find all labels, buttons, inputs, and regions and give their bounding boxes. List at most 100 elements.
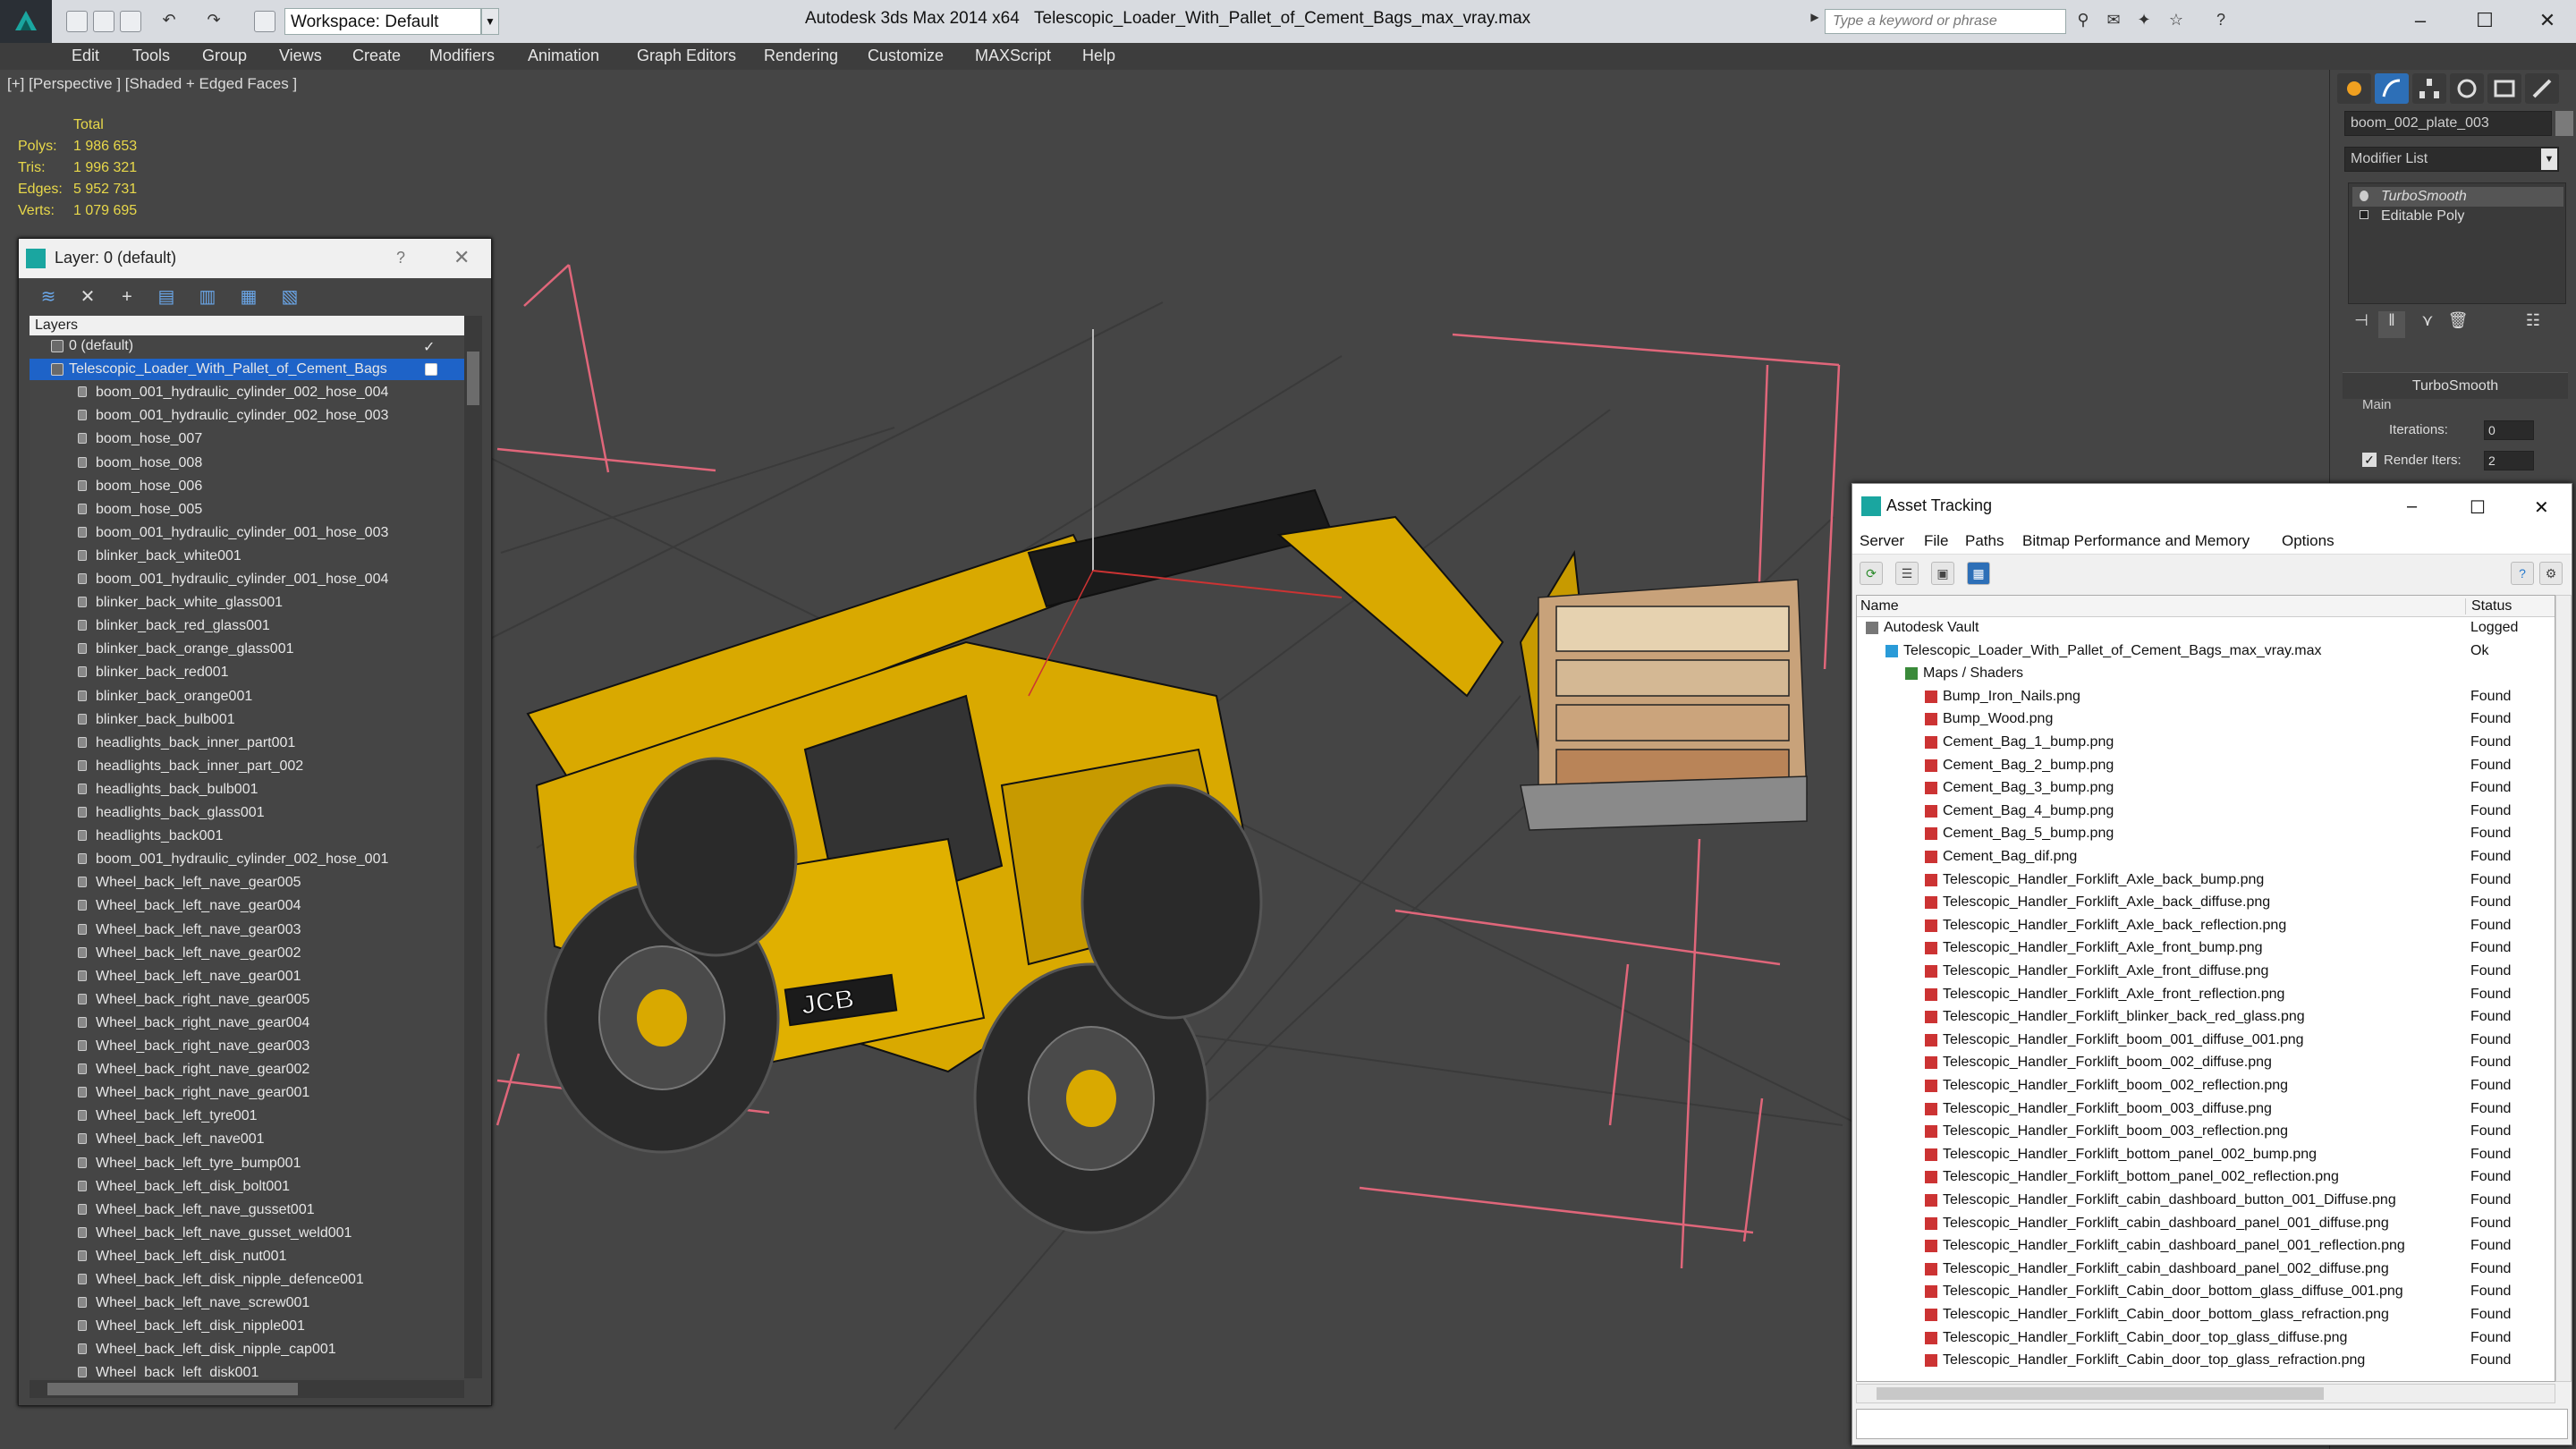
layer-object-row[interactable]: Wheel_back_left_nave_gear005 [30,872,464,894]
settings-icon[interactable]: ⚙ [2539,562,2563,585]
render-iters-spinner[interactable]: 2 [2484,451,2534,470]
minimize-button[interactable]: – [2407,496,2417,517]
asset-row[interactable]: Maps / Shaders [1857,663,2555,686]
asset-row[interactable]: Telescopic_Handler_Forklift_Cabin_door_b… [1857,1304,2555,1327]
layer-object-row[interactable]: Wheel_back_left_disk001 [30,1362,464,1378]
scroll-thumb[interactable] [47,1383,298,1395]
search-input[interactable]: Type a keyword or phrase [1825,9,2066,34]
menu-modifiers[interactable]: Modifiers [429,47,495,65]
menu-help[interactable]: Help [1082,47,1115,65]
favorites-star-icon[interactable]: ☆ [2165,11,2188,32]
new-layer-icon[interactable]: ≋ [37,285,60,309]
minimize-button[interactable]: – [2394,5,2447,36]
make-unique-icon[interactable]: ⋎ [2414,311,2441,338]
layer-object-row[interactable]: blinker_back_red001 [30,662,464,683]
menu-bitmap-performance[interactable]: Bitmap Performance and Memory [2022,532,2250,550]
layer-object-row[interactable]: Wheel_back_left_tyre_bump001 [30,1153,464,1174]
scroll-thumb[interactable] [467,352,479,405]
asset-dialog-titlebar[interactable]: Asset Tracking – ☐ ✕ [1852,484,2572,529]
maximize-button[interactable]: ☐ [2458,5,2512,36]
layer-object-row[interactable]: blinker_back_orange_glass001 [30,639,464,660]
layer-object-row[interactable]: boom_hose_005 [30,499,464,521]
menu-options[interactable]: Options [2282,532,2334,550]
asset-row[interactable]: Cement_Bag_3_bump.png Found [1857,777,2555,801]
asset-row[interactable]: Bump_Iron_Nails.png Found [1857,686,2555,709]
layer-object-row[interactable]: Wheel_back_right_nave_gear001 [30,1082,464,1104]
layer-object-row[interactable]: boom_hose_007 [30,428,464,450]
layer-object-row[interactable]: boom_001_hydraulic_cylinder_001_hose_004 [30,569,464,590]
app-logo-icon[interactable] [0,0,52,43]
layer-object-row[interactable]: Wheel_back_left_nave001 [30,1129,464,1150]
asset-row[interactable]: Telescopic_Handler_Forklift_boom_003_dif… [1857,1098,2555,1122]
layer-object-row[interactable]: Wheel_back_left_disk_bolt001 [30,1176,464,1198]
menu-views[interactable]: Views [279,47,322,65]
layer-object-row[interactable]: boom_001_hydraulic_cylinder_002_hose_003 [30,405,464,427]
freeze-all-icon[interactable]: ▧ [278,285,301,309]
stack-item-editable-poly[interactable]: Editable Poly [2352,207,2563,226]
modify-tab-icon[interactable] [2375,73,2409,104]
asset-row[interactable]: Telescopic_Handler_Forklift_Axle_front_d… [1857,961,2555,984]
render-iters-checkbox[interactable]: ✓ [2362,453,2377,467]
select-objects-icon[interactable]: ▤ [155,285,178,309]
asset-row[interactable]: Telescopic_Loader_With_Pallet_of_Cement_… [1857,640,2555,664]
object-color-swatch[interactable] [2555,111,2573,136]
expand-box-icon[interactable] [2360,210,2368,219]
hierarchy-tab-icon[interactable] [2412,73,2446,104]
layer-object-row[interactable]: blinker_back_white_glass001 [30,592,464,614]
turbosmooth-rollout-header[interactable]: TurboSmooth [2343,372,2568,399]
pin-stack-icon[interactable]: ⊣ [2348,311,2375,338]
add-to-layer-icon[interactable]: + [115,285,139,309]
configure-modifier-sets-icon[interactable]: ☷ [2520,311,2546,338]
layer-object-row[interactable]: Wheel_back_left_nave_screw001 [30,1292,464,1314]
asset-table[interactable]: Name Status Autodesk Vault Logged Telescop… [1856,595,2555,1382]
asset-row[interactable]: Telescopic_Handler_Forklift_blinker_back… [1857,1006,2555,1030]
menu-edit[interactable]: Edit [72,47,99,65]
menu-create[interactable]: Create [352,47,401,65]
menu-group[interactable]: Group [202,47,247,65]
layer-object-row[interactable]: Wheel_back_left_disk_nipple001 [30,1316,464,1337]
remove-modifier-icon[interactable]: 🗑 [2445,311,2471,338]
menu-graph-editors[interactable]: Graph Editors [637,47,736,65]
asset-row[interactable]: Cement_Bag_2_bump.png Found [1857,755,2555,778]
help-icon[interactable]: ? [2511,562,2534,585]
layer-object-row[interactable]: Wheel_back_left_disk_nipple_cap001 [30,1339,464,1360]
asset-row[interactable]: Telescopic_Handler_Forklift_Axle_front_b… [1857,937,2555,961]
layer-object-row[interactable]: Wheel_back_left_nave_gear001 [30,966,464,987]
menu-paths[interactable]: Paths [1965,532,2004,550]
asset-row[interactable]: Telescopic_Handler_Forklift_boom_002_dif… [1857,1052,2555,1075]
asset-row[interactable]: Telescopic_Handler_Forklift_cabin_dashbo… [1857,1190,2555,1213]
layer-object-row[interactable]: Wheel_back_left_nave_gusset001 [30,1199,464,1221]
viewport-label[interactable]: [+] [Perspective ] [Shaded + Edged Faces… [7,75,297,93]
asset-row[interactable]: Telescopic_Handler_Forklift_bottom_panel… [1857,1144,2555,1167]
layer-horizontal-scrollbar[interactable] [30,1380,464,1398]
undo-icon[interactable]: ↶ [157,11,181,32]
asset-row[interactable]: Telescopic_Handler_Forklift_cabin_dashbo… [1857,1235,2555,1258]
layer-object-row[interactable]: boom_001_hydraulic_cylinder_001_hose_003 [30,522,464,544]
layer-list[interactable]: 0 (default) ✓ Telescopic_Loader_With_Palle… [30,335,464,1378]
layer-object-row[interactable]: Wheel_back_left_nave_gear003 [30,919,464,941]
asset-row[interactable]: Telescopic_Handler_Forklift_Axle_back_di… [1857,892,2555,915]
iterations-spinner[interactable]: 0 [2484,420,2534,440]
layer-object-row[interactable]: headlights_back_inner_part_002 [30,756,464,777]
asset-horizontal-scrollbar[interactable] [1856,1384,2555,1403]
menu-animation[interactable]: Animation [528,47,599,65]
layer-object-row[interactable]: boom_hose_006 [30,476,464,497]
delete-layer-icon[interactable]: ✕ [76,285,99,309]
layer-object-row[interactable]: headlights_back_bulb001 [30,779,464,801]
play-arrow-icon[interactable]: ▶ [1803,11,1826,32]
layer-active-box-icon[interactable] [425,363,437,377]
subscription-icon[interactable]: ✦ [2132,11,2156,32]
display-tab-icon[interactable] [2487,73,2521,104]
lightbulb-icon[interactable] [2360,191,2368,201]
asset-row[interactable]: Telescopic_Handler_Forklift_boom_002_ref… [1857,1075,2555,1098]
close-button[interactable]: ✕ [2534,496,2549,519]
layer-object-row[interactable]: blinker_back_bulb001 [30,709,464,731]
layer-vertical-scrollbar[interactable] [464,316,482,1378]
list-view-icon[interactable]: ☰ [1895,562,1919,585]
asset-row[interactable]: Telescopic_Handler_Forklift_Cabin_door_t… [1857,1327,2555,1351]
asset-row[interactable]: Telescopic_Handler_Forklift_Cabin_door_t… [1857,1350,2555,1373]
layer-object-row[interactable]: boom_001_hydraulic_cylinder_002_hose_001 [30,849,464,870]
current-layer-check-icon[interactable]: ✓ [423,338,435,356]
layer-object-row[interactable]: Wheel_back_right_nave_gear004 [30,1013,464,1034]
asset-vertical-scrollbar[interactable] [2555,595,2572,1382]
